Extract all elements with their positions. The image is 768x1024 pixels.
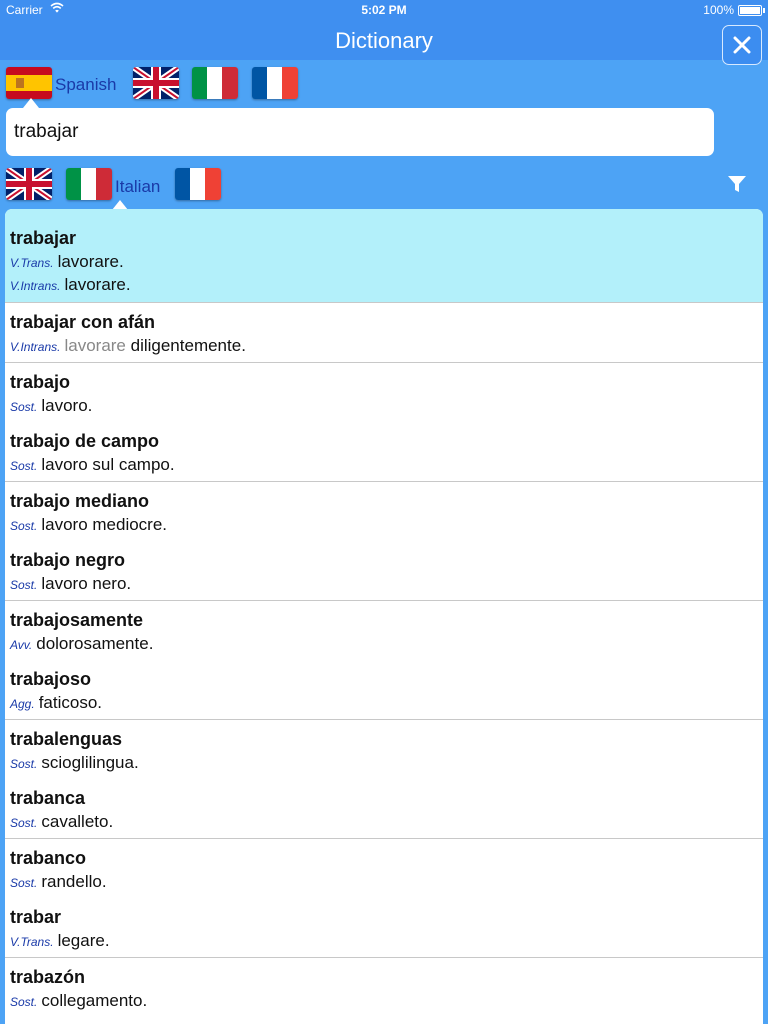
part-of-speech-label: V.Intrans. <box>10 340 61 354</box>
part-of-speech-label: Sost. <box>10 459 38 473</box>
result-list[interactable]: trabajar V.Trans. lavorare. V.Intrans. lavor… <box>5 209 763 1024</box>
source-lang-english[interactable] <box>133 67 179 99</box>
part-of-speech-label: Sost. <box>10 578 38 592</box>
entry-sense: Sost. randello. <box>10 870 758 893</box>
part-of-speech-label: Sost. <box>10 757 38 771</box>
target-language-label: Italian <box>115 177 161 196</box>
result-entry[interactable]: trabajosamente Avv. dolorosamente. <box>5 600 763 660</box>
result-entry[interactable]: trabajo Sost. lavoro. <box>5 362 763 422</box>
uk-flag-icon <box>133 67 179 99</box>
entry-headword: trabajosamente <box>10 610 144 630</box>
clock: 5:02 PM <box>361 3 407 17</box>
france-flag-icon <box>175 168 221 200</box>
part-of-speech-label: Sost. <box>10 816 38 830</box>
entry-sense: Sost. lavoro mediocre. <box>10 513 758 536</box>
translation-text: collegamento. <box>41 991 148 1010</box>
result-entry[interactable]: trabanca Sost. cavalleto. <box>5 779 763 838</box>
result-entry[interactable]: trabajo negro Sost. lavoro nero. <box>5 541 763 600</box>
source-lang-italian[interactable] <box>192 67 238 99</box>
page-title: Dictionary <box>335 28 433 53</box>
translation-text: faticoso. <box>38 693 102 712</box>
entry-headword: trabar <box>10 907 62 927</box>
part-of-speech-label: Agg. <box>10 697 35 711</box>
part-of-speech-label: V.Intrans. <box>10 279 61 293</box>
translation-text: lavoro nero. <box>41 574 132 593</box>
navigation-bar: Dictionary <box>0 20 768 65</box>
search-input[interactable] <box>6 108 714 156</box>
selection-pointer <box>23 98 39 108</box>
part-of-speech-label: Sost. <box>10 519 38 533</box>
filter-icon[interactable] <box>726 173 748 200</box>
close-icon <box>733 36 751 54</box>
entry-headword: trabanca <box>10 788 86 808</box>
entry-sense: Sost. cavalleto. <box>10 810 758 833</box>
entry-headword: trabajo de campo <box>10 431 160 451</box>
result-entry[interactable]: trabajo de campo Sost. lavoro sul campo. <box>5 422 763 481</box>
target-lang-italian[interactable] <box>66 168 112 200</box>
entry-sense: Sost. lavoro nero. <box>10 572 758 595</box>
result-entry[interactable]: trabajar V.Trans. lavorare. V.Intrans. lavor… <box>5 209 763 302</box>
entry-sense: Sost. lavoro. <box>10 394 758 417</box>
entry-headword: trabajo <box>10 372 71 392</box>
entry-sense: V.Trans. lavorare. <box>10 250 758 273</box>
translation-text: lavoro. <box>41 396 93 415</box>
entry-sense: Sost. scioglilingua. <box>10 751 758 774</box>
battery-percent: 100% <box>703 3 734 17</box>
battery-icon <box>738 5 765 16</box>
result-entry[interactable]: trabazón Sost. collegamento. <box>5 957 763 1017</box>
translation-text: dolorosamente. <box>36 634 154 653</box>
part-of-speech-label: V.Trans. <box>10 256 54 270</box>
source-lang-french[interactable] <box>252 67 298 99</box>
translation-text: lavoro mediocre. <box>41 515 168 534</box>
result-entry[interactable]: trabar V.Trans. legare. <box>5 898 763 957</box>
uk-flag-icon <box>6 168 52 200</box>
target-lang-english[interactable] <box>6 168 52 200</box>
part-of-speech-label: Sost. <box>10 876 38 890</box>
entry-sense: Sost. lavoro sul campo. <box>10 453 758 476</box>
entry-sense: Sost. collegamento. <box>10 989 758 1012</box>
spain-flag-icon <box>6 67 52 99</box>
entry-sense: V.Trans. legare. <box>10 929 758 952</box>
entry-headword: trabajoso <box>10 669 92 689</box>
result-entry[interactable]: trabajoso Agg. faticoso. <box>5 660 763 719</box>
source-language-label: Spanish <box>55 75 117 94</box>
entry-headword: trabajo mediano <box>10 491 150 511</box>
italy-flag-icon <box>66 168 112 200</box>
translation-text: randello. <box>41 872 107 891</box>
entry-sense: V.Intrans. lavorare. <box>10 273 758 296</box>
source-lang-spanish[interactable] <box>6 67 52 99</box>
translation-text: scioglilingua. <box>41 753 139 772</box>
close-button[interactable] <box>722 25 762 65</box>
translation-text: lavoro sul campo. <box>41 455 175 474</box>
entry-headword: trabalenguas <box>10 729 123 749</box>
result-entry[interactable]: trabalenguas Sost. scioglilingua. <box>5 719 763 779</box>
entry-sense: V.Intrans. lavorare diligentemente. <box>10 334 758 357</box>
part-of-speech-label: V.Trans. <box>10 935 54 949</box>
translation-text: cavalleto. <box>41 812 114 831</box>
part-of-speech-label: Sost. <box>10 995 38 1009</box>
translation-text: lavorare. <box>64 275 131 294</box>
entry-headword: trabajar <box>10 228 77 248</box>
result-entry[interactable]: trabajar con afán V.Intrans. lavorare dili… <box>5 302 763 362</box>
france-flag-icon <box>252 67 298 99</box>
entry-headword: trabajo negro <box>10 550 126 570</box>
translation-text: legare. <box>57 931 110 950</box>
translation-text: diligentemente. <box>125 336 246 355</box>
result-entry[interactable]: trabajo mediano Sost. lavoro mediocre. <box>5 481 763 541</box>
italy-flag-icon <box>192 67 238 99</box>
target-lang-french[interactable] <box>175 168 221 200</box>
status-bar: Carrier 5:02 PM 100% <box>0 0 768 20</box>
entry-sense: Agg. faticoso. <box>10 691 758 714</box>
entry-headword: trabajar con afán <box>10 312 156 332</box>
part-of-speech-label: Sost. <box>10 400 38 414</box>
entry-headword: trabazón <box>10 967 86 987</box>
part-of-speech-label: Avv. <box>10 638 33 652</box>
entry-headword: trabanco <box>10 848 87 868</box>
translation-text: lavorare. <box>57 252 124 271</box>
entry-sense: Avv. dolorosamente. <box>10 632 758 655</box>
translation-gray-text: lavorare <box>64 336 126 355</box>
result-entry[interactable]: trabanco Sost. randello. <box>5 838 763 898</box>
